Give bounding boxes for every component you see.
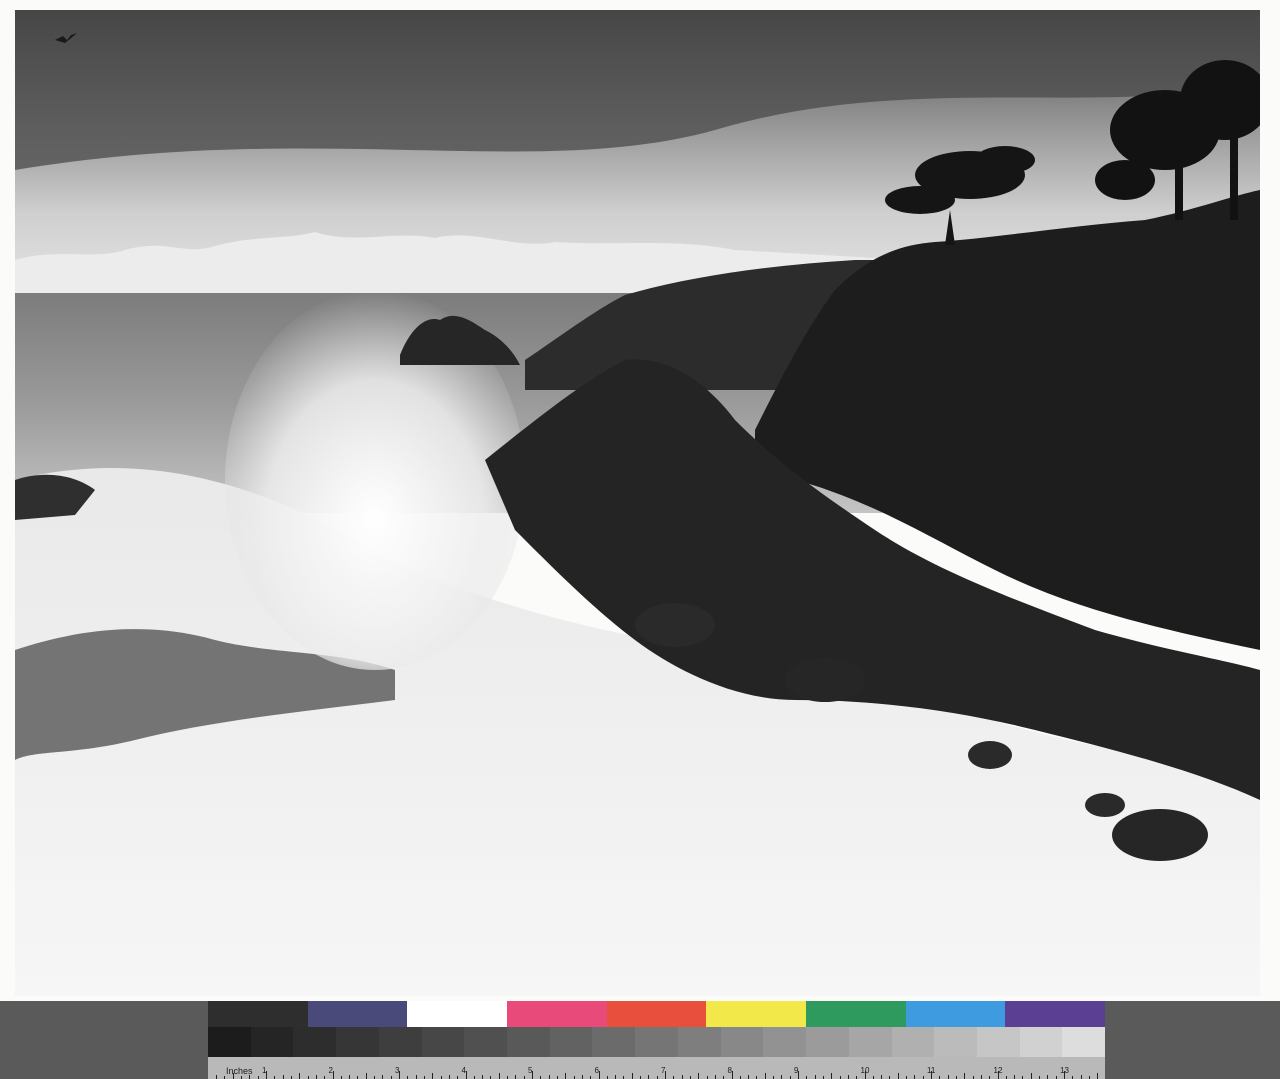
ruler-tick [515, 1075, 517, 1079]
inch-ruler: Inches 12345678910111213 [208, 1057, 1105, 1079]
gray-patch [720, 1027, 764, 1057]
ruler-tick [349, 1075, 351, 1079]
ruler-tick [332, 1071, 334, 1079]
ruler-tick [266, 1071, 267, 1079]
ruler-tick [931, 1071, 932, 1079]
ruler-tick [415, 1075, 417, 1079]
color-patch [407, 1001, 508, 1027]
ruler-tick [631, 1073, 633, 1079]
ruler-tick [1080, 1075, 1082, 1079]
ruler-tick [399, 1071, 400, 1079]
ruler-tick [249, 1075, 251, 1079]
ruler-tick [648, 1075, 650, 1079]
ruler-tick [498, 1073, 500, 1079]
gray-patch [549, 1027, 593, 1057]
gray-patch [378, 1027, 422, 1057]
ruler-tick [781, 1075, 783, 1079]
boulder [785, 658, 865, 702]
ruler-tick [748, 1075, 750, 1079]
ruler-tick [847, 1075, 849, 1079]
ruler-tick [881, 1075, 883, 1079]
gray-patch [336, 1027, 379, 1057]
gray-patch [891, 1027, 935, 1057]
ruler-tick [216, 1075, 218, 1079]
ruler-tick [232, 1073, 234, 1079]
color-target-top-row [208, 1001, 1106, 1027]
boulder [635, 603, 715, 647]
gray-scale-ramp [208, 1027, 1106, 1057]
gray-patch [1019, 1027, 1063, 1057]
ruler-tick [764, 1073, 766, 1079]
ruler-tick [731, 1071, 733, 1079]
photograph [15, 10, 1260, 996]
gray-patch [934, 1027, 977, 1057]
ruler-tick [864, 1071, 866, 1079]
gray-patch [976, 1027, 1020, 1057]
gray-patch [464, 1027, 508, 1057]
color-patch [606, 1001, 707, 1027]
ruler-tick [964, 1073, 966, 1079]
ruler-tick [581, 1075, 583, 1079]
gray-patch [677, 1027, 721, 1057]
scan-backdrop-right [1105, 1027, 1280, 1079]
ruler-tick [665, 1071, 666, 1079]
gray-patch [635, 1027, 678, 1057]
ruler-tick [282, 1075, 284, 1079]
color-patch [507, 1001, 607, 1027]
ruler-tick [1064, 1071, 1065, 1079]
ruler-tick [315, 1075, 317, 1079]
ruler-tick [831, 1073, 833, 1079]
ruler-tick [465, 1071, 467, 1079]
ruler-tick [681, 1075, 683, 1079]
ruler-tick [548, 1075, 550, 1079]
boulder [1085, 793, 1125, 817]
color-patch [905, 1001, 1006, 1027]
ruler-tick [432, 1073, 434, 1079]
ruler-tick [814, 1075, 816, 1079]
ruler-tick [365, 1073, 367, 1079]
ruler-tick [1047, 1075, 1049, 1079]
gray-patch [1062, 1027, 1106, 1057]
gray-patch [763, 1027, 807, 1057]
ruler-tick [1014, 1075, 1016, 1079]
ruler-tick [997, 1071, 999, 1079]
boulder [968, 741, 1012, 769]
ruler-tick [1097, 1073, 1099, 1079]
gray-patch [421, 1027, 465, 1057]
gray-patch [592, 1027, 636, 1057]
gray-patch [293, 1027, 337, 1057]
gray-patch [250, 1027, 294, 1057]
ruler-tick [532, 1071, 533, 1079]
ruler-tick [897, 1073, 899, 1079]
color-patch [307, 1001, 408, 1027]
ruler-tick [914, 1075, 916, 1079]
ruler-tick [1030, 1073, 1032, 1079]
ruler-tick [299, 1073, 301, 1079]
ruler-tick [714, 1075, 716, 1079]
boulder [1112, 809, 1208, 861]
ruler-tick [565, 1073, 567, 1079]
ruler-tick [448, 1075, 450, 1079]
color-patch [1005, 1001, 1106, 1027]
ruler-tick [698, 1073, 700, 1079]
ruler-tick [980, 1075, 982, 1079]
ruler-tick [798, 1071, 799, 1079]
ruler-tick [615, 1075, 617, 1079]
ruler-tick [947, 1075, 949, 1079]
ruler-tick [598, 1071, 600, 1079]
color-patch [208, 1001, 308, 1027]
gray-patch [848, 1027, 892, 1057]
color-patch [806, 1001, 906, 1027]
gray-patch [507, 1027, 550, 1057]
gray-patch [806, 1027, 849, 1057]
ruler-tick [482, 1075, 484, 1079]
color-patch [706, 1001, 807, 1027]
ruler-tick [382, 1075, 384, 1079]
gray-patch [208, 1027, 251, 1057]
